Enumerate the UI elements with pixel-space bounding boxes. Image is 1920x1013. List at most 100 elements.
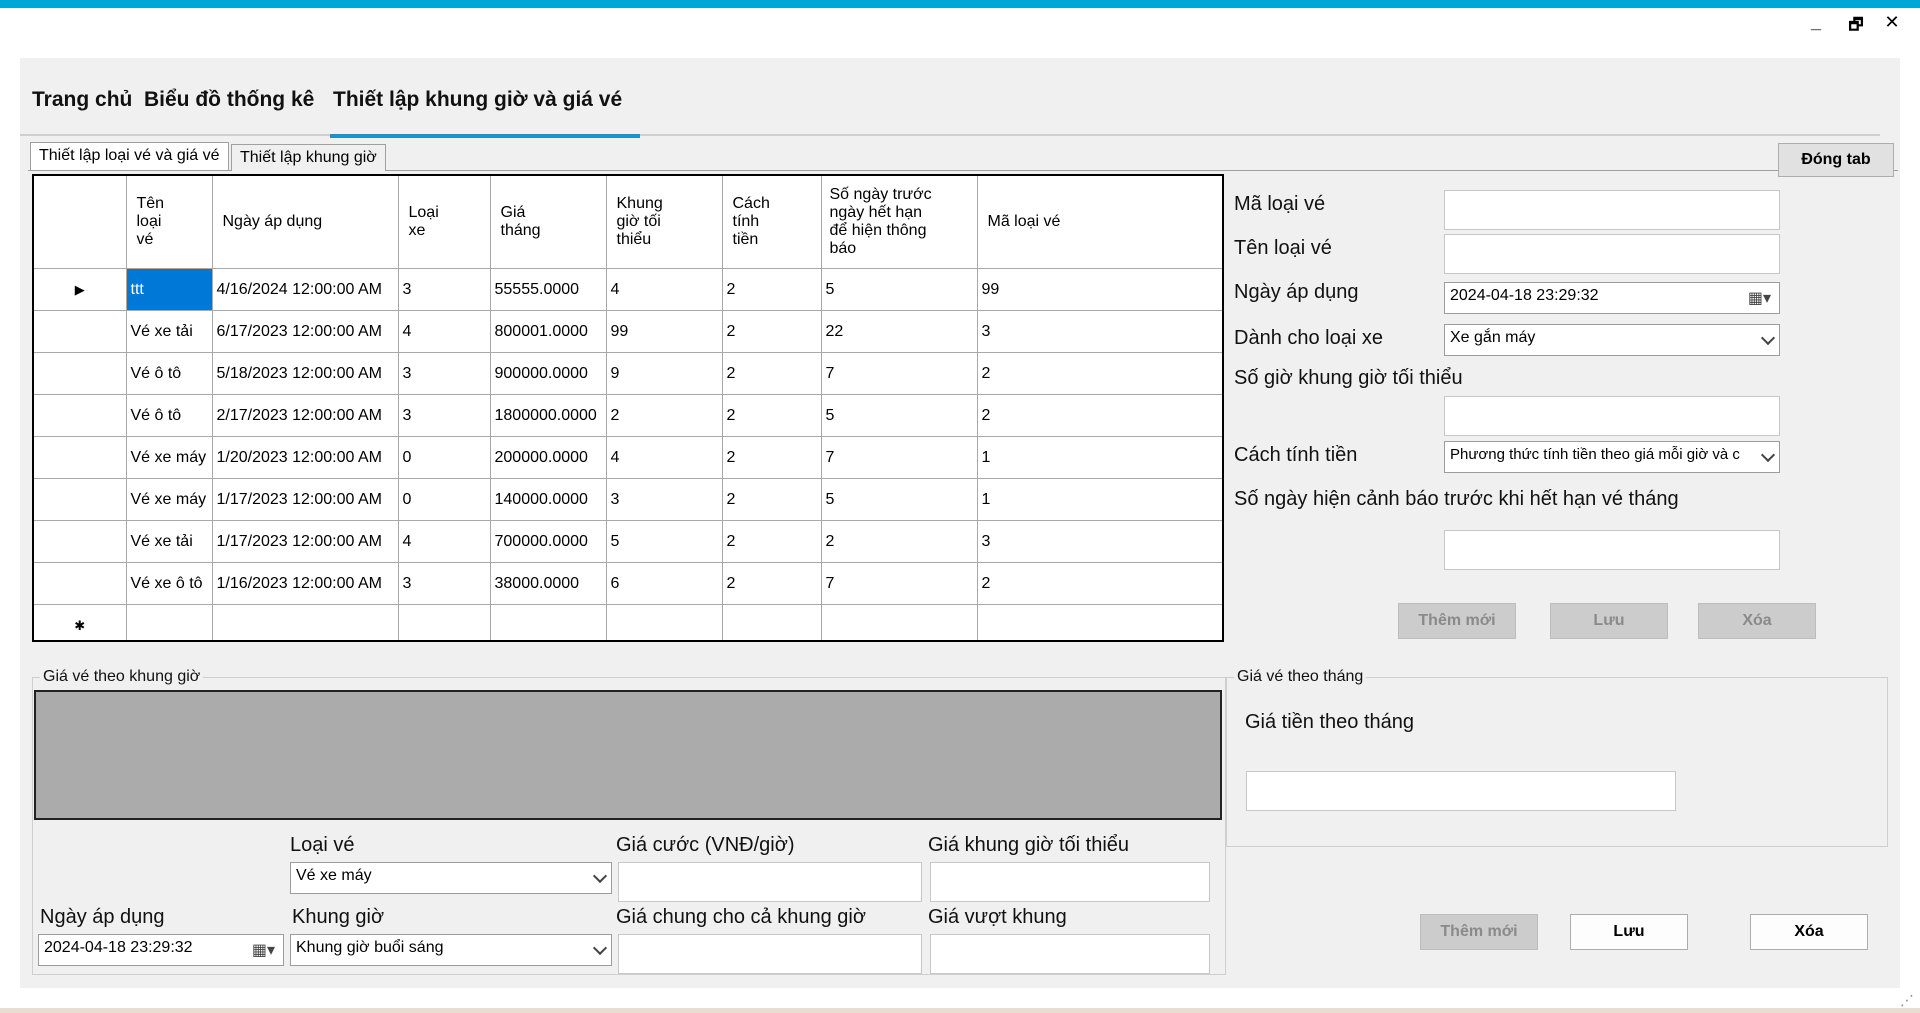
ticket-name-input[interactable] xyxy=(1444,234,1780,274)
table-cell[interactable]: 7 xyxy=(821,436,978,479)
resize-grip-icon[interactable]: ⋰ xyxy=(1900,992,1914,1009)
column-header[interactable]: Tên loại vé xyxy=(126,176,213,269)
flat-price-input[interactable] xyxy=(618,934,922,974)
row-header[interactable] xyxy=(34,436,127,479)
row-header[interactable] xyxy=(34,394,127,437)
frame-apply-date-picker[interactable]: 2024-04-18 23:29:32 ▦▾ xyxy=(38,934,284,966)
table-cell[interactable]: Vé xe ô tô xyxy=(126,562,213,605)
time-frame-select[interactable]: Khung giờ buổi sáng xyxy=(290,934,612,966)
column-header[interactable]: Số ngày trước ngày hết hạn để hiện thông… xyxy=(821,176,978,269)
table-cell[interactable]: 2 xyxy=(821,520,978,563)
table-cell[interactable]: 5 xyxy=(821,394,978,437)
table-cell[interactable]: 7 xyxy=(821,562,978,605)
table-cell[interactable]: 2 xyxy=(722,268,822,311)
add-ticket-type-button[interactable]: Thêm mới xyxy=(1398,603,1516,639)
save-monthly-price-button[interactable]: Lưu xyxy=(1570,914,1688,950)
table-row[interactable]: Vé xe ô tô 1/16/2023 12:00:00 AM 3 38000.00… xyxy=(34,562,1222,605)
vehicle-type-select[interactable]: Xe gắn máy xyxy=(1444,324,1780,356)
menu-item-settings[interactable]: Thiết lập khung giờ và giá vé xyxy=(333,88,622,112)
table-cell[interactable]: Vé xe tải xyxy=(126,520,213,563)
table-cell[interactable]: 800001.0000 xyxy=(490,310,607,353)
table-cell[interactable]: 2 xyxy=(977,352,1222,395)
ticket-type-grid[interactable]: Tên loại vé Ngày áp dụng Loại xe Giá thá… xyxy=(32,174,1224,642)
table-cell[interactable]: 1800000.0000 xyxy=(490,394,607,437)
table-cell[interactable] xyxy=(821,604,978,640)
table-cell[interactable] xyxy=(490,604,607,640)
table-cell[interactable]: 5 xyxy=(821,268,978,311)
column-header[interactable]: Mã loại vé xyxy=(977,176,1222,269)
minimize-icon[interactable]: _ xyxy=(1802,12,1830,33)
row-header[interactable] xyxy=(34,310,127,353)
pricing-method-select[interactable]: Phương thức tính tiền theo giá mỗi giờ v… xyxy=(1444,441,1780,473)
table-cell[interactable]: 2 xyxy=(722,394,822,437)
table-cell[interactable]: ttt xyxy=(126,268,213,311)
row-header[interactable] xyxy=(34,352,127,395)
tab-time-frame[interactable]: Thiết lập khung giờ xyxy=(231,144,386,171)
overtime-price-input[interactable] xyxy=(930,934,1210,974)
min-frame-price-input[interactable] xyxy=(930,862,1210,902)
table-cell[interactable]: 7 xyxy=(821,352,978,395)
table-cell[interactable]: 2 xyxy=(722,520,822,563)
table-cell[interactable]: Vé ô tô xyxy=(126,352,213,395)
table-row[interactable]: Vé xe tải 1/17/2023 12:00:00 AM 4 700000.00… xyxy=(34,520,1222,563)
monthly-price-input[interactable] xyxy=(1246,771,1676,811)
ticket-code-input[interactable] xyxy=(1444,190,1780,230)
table-row[interactable]: Vé ô tô 2/17/2023 12:00:00 AM 3 1800000.000… xyxy=(34,394,1222,437)
table-cell[interactable]: 1/17/2023 12:00:00 AM xyxy=(212,520,399,563)
table-row[interactable]: Vé xe tải 6/17/2023 12:00:00 AM 4 800001.00… xyxy=(34,310,1222,353)
table-cell[interactable]: 200000.0000 xyxy=(490,436,607,479)
tab-ticket-type-price[interactable]: Thiết lập loại vé và giá vé xyxy=(30,142,229,170)
table-cell[interactable]: 2 xyxy=(722,436,822,479)
column-header[interactable]: Khung giờ tối thiểu xyxy=(606,176,723,269)
row-header[interactable] xyxy=(34,478,127,521)
table-cell[interactable]: 4 xyxy=(398,310,491,353)
table-cell[interactable]: Vé xe máy xyxy=(126,436,213,479)
table-cell[interactable]: 1 xyxy=(977,478,1222,521)
table-cell[interactable]: 2 xyxy=(977,394,1222,437)
apply-date-picker[interactable]: 2024-04-18 23:29:32 ▦▾ xyxy=(1444,282,1780,314)
restore-icon[interactable]: 🗗 xyxy=(1842,14,1870,41)
current-row-indicator-icon[interactable]: ▶ xyxy=(34,268,127,311)
table-cell[interactable]: 0 xyxy=(398,436,491,479)
table-cell[interactable] xyxy=(126,604,213,640)
table-cell[interactable]: 700000.0000 xyxy=(490,520,607,563)
time-frame-price-grid[interactable] xyxy=(34,690,1222,820)
table-cell[interactable]: 1 xyxy=(977,436,1222,479)
menu-item-statistics[interactable]: Biểu đồ thống kê xyxy=(144,88,314,112)
table-cell[interactable]: 3 xyxy=(398,394,491,437)
table-row[interactable]: Vé xe máy 1/17/2023 12:00:00 AM 0 140000.00… xyxy=(34,478,1222,521)
table-cell[interactable]: Vé xe máy xyxy=(126,478,213,521)
table-cell[interactable]: 3 xyxy=(977,520,1222,563)
table-cell[interactable]: 2/17/2023 12:00:00 AM xyxy=(212,394,399,437)
calendar-icon[interactable]: ▦▾ xyxy=(252,940,275,960)
table-cell[interactable]: 5/18/2023 12:00:00 AM xyxy=(212,352,399,395)
new-row[interactable]: ✱ xyxy=(34,604,1222,640)
menu-item-home[interactable]: Trang chủ xyxy=(32,88,132,112)
delete-ticket-type-button[interactable]: Xóa xyxy=(1698,603,1816,639)
table-cell[interactable]: 2 xyxy=(606,394,723,437)
column-header[interactable]: Ngày áp dụng xyxy=(212,176,399,269)
row-header[interactable] xyxy=(34,562,127,605)
ticket-type-select[interactable]: Vé xe máy xyxy=(290,862,612,894)
table-cell[interactable]: 3 xyxy=(398,562,491,605)
table-cell[interactable]: 3 xyxy=(606,478,723,521)
table-cell[interactable]: 5 xyxy=(606,520,723,563)
table-cell[interactable] xyxy=(722,604,822,640)
table-cell[interactable]: 99 xyxy=(977,268,1222,311)
table-cell[interactable]: 38000.0000 xyxy=(490,562,607,605)
table-cell[interactable]: 3 xyxy=(398,268,491,311)
table-cell[interactable]: 2 xyxy=(722,562,822,605)
table-cell[interactable]: 4 xyxy=(606,268,723,311)
save-ticket-type-button[interactable]: Lưu xyxy=(1550,603,1668,639)
table-cell[interactable]: 0 xyxy=(398,478,491,521)
add-monthly-price-button[interactable]: Thêm mới xyxy=(1420,914,1538,950)
row-header[interactable] xyxy=(34,520,127,563)
table-row[interactable]: Vé ô tô 5/18/2023 12:00:00 AM 3 900000.0000… xyxy=(34,352,1222,395)
table-cell[interactable]: 1/17/2023 12:00:00 AM xyxy=(212,478,399,521)
table-cell[interactable]: 900000.0000 xyxy=(490,352,607,395)
calendar-icon[interactable]: ▦▾ xyxy=(1748,288,1771,308)
table-cell[interactable]: 3 xyxy=(977,310,1222,353)
table-cell[interactable] xyxy=(398,604,491,640)
column-header[interactable]: Giá tháng xyxy=(490,176,607,269)
table-row[interactable]: ▶ ttt 4/16/2024 12:00:00 AM 3 55555.0000 4 2 5 9… xyxy=(34,268,1222,311)
